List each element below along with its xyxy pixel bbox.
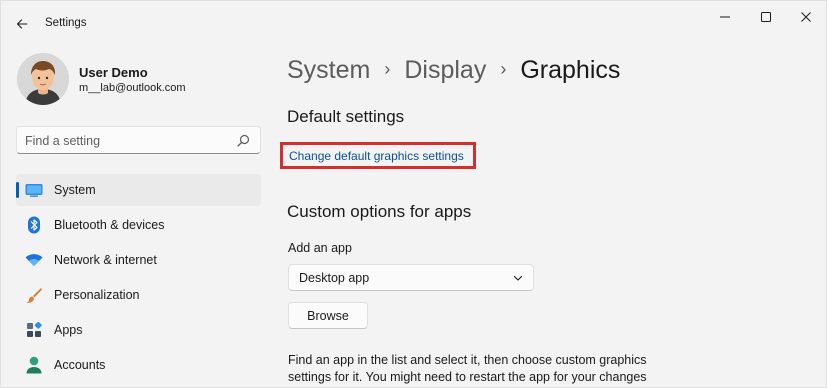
search-input[interactable]: [25, 131, 225, 150]
close-button[interactable]: [791, 6, 821, 28]
sidebar-item-label: Network & internet: [54, 253, 157, 267]
sidebar-item-label: Accounts: [54, 358, 106, 372]
user-email: m__lab@outlook.com: [79, 82, 186, 94]
breadcrumb-item-system[interactable]: System: [287, 56, 370, 85]
page-title: Graphics: [520, 55, 621, 84]
sidebar-item-personalization[interactable]: Personalization: [16, 279, 261, 311]
system-icon: [25, 181, 43, 199]
sidebar-item-network-internet[interactable]: Network & internet: [16, 244, 261, 276]
search-box[interactable]: [16, 126, 261, 154]
maximize-button[interactable]: [751, 6, 781, 28]
wifi-icon: [25, 251, 43, 269]
minimize-icon: [720, 16, 730, 18]
sidebar-item-apps[interactable]: Apps: [16, 314, 261, 346]
sidebar-item-system[interactable]: System: [16, 174, 261, 206]
breadcrumb-item-display[interactable]: Display: [404, 56, 486, 85]
search-icon[interactable]: [237, 134, 250, 147]
person-icon: [25, 356, 43, 374]
title-bar: Settings: [1, 1, 826, 45]
arrow-left-icon: [16, 19, 28, 29]
sidebar-item-label: System: [54, 183, 96, 197]
close-icon: [801, 12, 811, 22]
minimize-button[interactable]: [710, 6, 740, 28]
chevron-down-icon: [513, 275, 523, 281]
custom-options-heading: Custom options for apps: [287, 202, 472, 221]
chevron-right-icon: ›: [384, 58, 391, 79]
selection-indicator: [16, 182, 19, 198]
add-app-label: Add an app: [288, 241, 352, 255]
user-avatar-icon: [17, 53, 69, 105]
sidebar-item-accounts[interactable]: Accounts: [16, 349, 261, 381]
apps-icon: [25, 321, 43, 339]
browse-button[interactable]: Browse: [288, 302, 368, 329]
avatar[interactable]: [17, 53, 69, 105]
user-name: User Demo: [79, 65, 148, 80]
change-default-graphics-link[interactable]: Change default graphics settings: [289, 149, 464, 163]
breadcrumb: System › Display › Graphics: [287, 53, 620, 87]
bluetooth-icon: [25, 216, 43, 234]
sidebar-item-label: Bluetooth & devices: [54, 218, 165, 232]
sidebar-item-label: Personalization: [54, 288, 140, 302]
app-title: Settings: [45, 17, 87, 29]
help-text: Find an app in the list and select it, t…: [288, 353, 647, 384]
back-button[interactable]: [11, 13, 33, 35]
dropdown-value: Desktop app: [299, 271, 370, 285]
settings-window: Settings User Demo m__lab@outlook.com Fi…: [0, 0, 827, 388]
sidebar-item-bluetooth-devices[interactable]: Bluetooth & devices: [16, 209, 261, 241]
brush-icon: [25, 286, 43, 304]
sidebar-item-label: Apps: [54, 323, 83, 337]
app-type-dropdown[interactable]: Desktop app: [288, 264, 534, 291]
chevron-right-icon: ›: [500, 58, 507, 79]
default-settings-heading: Default settings: [287, 107, 405, 126]
maximize-icon: [761, 12, 771, 22]
